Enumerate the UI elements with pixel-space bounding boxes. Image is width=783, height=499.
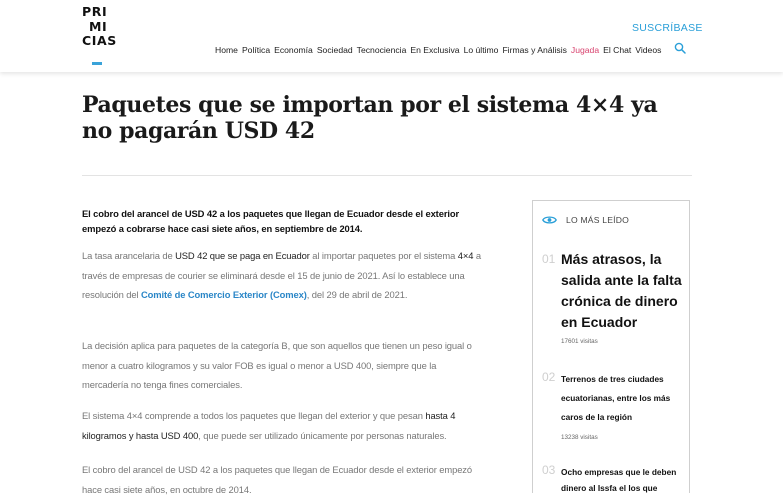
p1-text-a: La tasa arancelaria de — [82, 250, 176, 261]
nav-item-sociedad[interactable]: Sociedad — [317, 45, 353, 55]
most-read-header: LO MÁS LEÍDO — [542, 213, 629, 227]
nav-item-firmas-analisis[interactable]: Firmas y Análisis — [502, 45, 566, 55]
most-read-rank-2: 02 — [542, 370, 556, 384]
logo-line-1: PRI — [82, 4, 108, 19]
most-read-item-3[interactable]: Ocho empresas que le deben dinero al Iss… — [561, 464, 683, 496]
article-paragraph-2: La decisión aplica para paquetes de la c… — [82, 340, 472, 391]
logo-line-3: CIAS — [82, 33, 117, 48]
nav-item-tecnociencia[interactable]: Tecnociencia — [357, 45, 407, 55]
nav-item-el-chat[interactable]: El Chat — [603, 45, 631, 55]
nav-item-videos[interactable]: Videos — [635, 45, 661, 55]
p1-text-d: 4×4 — [457, 250, 474, 261]
most-read-views-1: 17601 visitas — [561, 338, 598, 345]
article-paragraph-1: La tasa arancelaria de USD 42 que se pag… — [82, 246, 482, 305]
article-title: Paquetes que se importan por el sistema … — [82, 92, 658, 144]
p3-text-a: El sistema 4×4 comprende a todos los paq… — [82, 410, 426, 421]
site-logo[interactable]: PRI MI CIAS — [82, 4, 142, 65]
p1-text-c: al importar paquetes por el sistema — [309, 250, 458, 261]
title-divider — [82, 175, 692, 176]
nav-item-home[interactable]: Home — [215, 45, 238, 55]
nav-item-jugada[interactable]: Jugada — [571, 45, 599, 55]
nav-item-en-exclusiva[interactable]: En Exclusiva — [410, 45, 459, 55]
comex-link[interactable]: Comité de Comercio Exterior (Comex) — [141, 289, 307, 300]
p3-text-c: , que puede ser utilizado únicamente por… — [198, 429, 447, 441]
article-paragraph-4: El cobro del arancel de USD 42 a los paq… — [82, 464, 473, 495]
most-read-rank-1: 01 — [542, 252, 556, 266]
most-read-title: LO MÁS LEÍDO — [566, 215, 630, 225]
most-read-item-2[interactable]: Terrenos de tres ciudades ecuatorianas, … — [561, 370, 683, 426]
p1-text-b: USD 42 que se paga en Ecuador — [175, 250, 310, 261]
article-body: El cobro del arancel de USD 42 a los paq… — [82, 206, 482, 495]
site-header: PRI MI CIAS SUSCRÍBASE Home Política Eco… — [0, 0, 783, 72]
most-read-rank-3: 03 — [542, 463, 556, 477]
article-lead: El cobro del arancel de USD 42 a los paq… — [82, 208, 460, 234]
subscribe-link[interactable]: SUSCRÍBASE — [632, 22, 703, 34]
article-paragraph-3: El sistema 4×4 comprende a todos los paq… — [82, 406, 482, 445]
nav-item-politica[interactable]: Política — [242, 45, 270, 55]
logo-accent-bar — [92, 62, 102, 65]
main-nav: Home Política Economía Sociedad Tecnocie… — [215, 43, 665, 57]
p1-text-f: , del 29 de abril de 2021. — [306, 289, 408, 301]
most-read-sidebar: LO MÁS LEÍDO 01 Más atrasos, la salida a… — [532, 200, 690, 493]
search-icon[interactable] — [674, 42, 686, 54]
eye-icon — [542, 216, 557, 224]
nav-item-economia[interactable]: Economía — [274, 45, 313, 55]
most-read-views-2: 13238 visitas — [561, 434, 598, 441]
most-read-item-1[interactable]: Más atrasos, la salida ante la falta cró… — [561, 249, 685, 333]
logo-line-2: MI — [89, 18, 108, 34]
nav-item-lo-ultimo[interactable]: Lo último — [464, 45, 499, 55]
